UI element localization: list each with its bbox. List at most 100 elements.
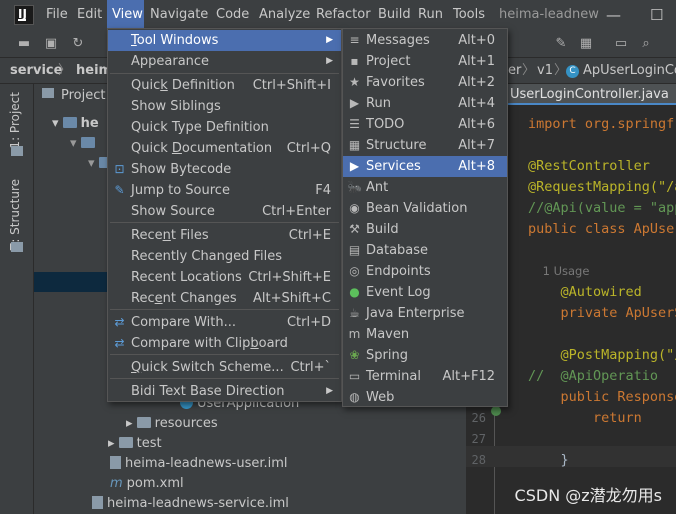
tool-window-item-endpoints[interactable]: ◎ Endpoints (343, 261, 507, 282)
tool-window-item-todo[interactable]: ☰ TODO Alt+6 (343, 114, 507, 135)
menu-item-shortcut: Alt+2 (458, 75, 495, 90)
editor-tab[interactable]: UserLoginController.java (508, 84, 676, 105)
breadcrumb-item-controller[interactable]: er (508, 58, 521, 84)
view-menu-item-show-bytecode[interactable]: ⊡ Show Bytecode (108, 159, 341, 180)
menu-item-label: Recent Files (131, 228, 209, 243)
menu-item-label: Services (366, 159, 421, 174)
open-folder-icon[interactable]: ▬ (16, 36, 32, 52)
tool-window-item-database[interactable]: ▤ Database (343, 240, 507, 261)
menu-file[interactable]: File (41, 0, 73, 30)
tool-window-item-favorites[interactable]: ★ Favorites Alt+2 (343, 72, 507, 93)
tree-row[interactable]: heima-leadnews-user.iml (110, 454, 288, 474)
project-structure-icon[interactable]: ▦ (578, 36, 594, 52)
save-icon[interactable]: ▣ (43, 36, 59, 52)
menu-navigate[interactable]: Navigate (145, 0, 213, 30)
tool-window-item-run[interactable]: ▶ Run Alt+4 (343, 93, 507, 114)
tool-window-item-spring[interactable]: ❀ Spring (343, 345, 507, 366)
menu-build[interactable]: Build (373, 0, 416, 30)
tool-window-item-terminal[interactable]: ▭ Terminal Alt+F12 (343, 366, 507, 387)
chevron-right-icon: 〉 (522, 63, 536, 78)
tree-row[interactable]: heima-leadnews-service.iml (92, 494, 289, 514)
tree-row[interactable]: ▾ he (52, 114, 99, 134)
minimize-button[interactable]: — (606, 0, 621, 30)
menu-item-shortcut: Alt+6 (458, 117, 495, 132)
view-menu-item-appearance[interactable]: Appearance ▶ (108, 51, 341, 72)
menu-refactor[interactable]: Refactor (311, 0, 376, 30)
view-menu-item-compare-with-clipboard[interactable]: ⇄ Compare with Clipboard (108, 333, 341, 354)
view-menu-item-quick-type-definition[interactable]: Quick Type Definition (108, 117, 341, 138)
menu-item-label: Spring (366, 348, 408, 363)
tool-window-item-messages[interactable]: ≡ Messages Alt+0 (343, 30, 507, 51)
current-line-highlight (466, 446, 676, 467)
menu-item-label: Maven (366, 327, 410, 342)
tool-window-item-java-enterprise[interactable]: ☕ Java Enterprise (343, 303, 507, 324)
editor-tab-label: UserLoginController.java (510, 87, 669, 102)
tree-row[interactable]: ▸ resources (126, 414, 218, 434)
favorites-icon: ★ (349, 75, 360, 89)
compare-icon: ⇄ (114, 315, 125, 329)
view-menu-item-show-source[interactable]: Show Source Ctrl+Enter (108, 201, 341, 222)
view-menu-item-jump-to-source[interactable]: ✎ Jump to Source F4 (108, 180, 341, 201)
project-tool-tab[interactable]: 1: Project (8, 92, 22, 149)
view-menu-item-tool-windows[interactable]: Tool Windows ▶ (108, 30, 341, 51)
project-panel-title: Project (61, 88, 106, 103)
menu-item-label: Tool Windows (131, 33, 219, 48)
menu-code[interactable]: Code (211, 0, 254, 30)
menu-tools[interactable]: Tools (448, 0, 490, 30)
view-menu-item-bidi-text-base-direction[interactable]: Bidi Text Base Direction ▶ (108, 381, 341, 402)
iml-file-icon (110, 456, 121, 469)
wrench-icon[interactable]: ✎ (553, 36, 569, 52)
project-panel-icon (42, 88, 54, 98)
tree-row[interactable]: ▸ test (108, 434, 162, 454)
menu-separator (110, 73, 339, 74)
view-menu-item-quick-definition[interactable]: Quick Definition Ctrl+Shift+I (108, 75, 341, 96)
tool-window-item-project[interactable]: ▪ Project Alt+1 (343, 51, 507, 72)
view-menu-item-compare-with[interactable]: ⇄ Compare With... Ctrl+D (108, 312, 341, 333)
view-menu-item-recently-changed-files[interactable]: Recently Changed Files (108, 246, 341, 267)
tool-window-item-event-log[interactable]: ● Event Log (343, 282, 507, 303)
menu-run[interactable]: Run (413, 0, 448, 30)
code-line: @RequestMapping("/a (528, 179, 676, 195)
line-number: 26 (471, 411, 486, 425)
menu-analyze[interactable]: Analyze (254, 0, 315, 30)
menu-item-label: Show Siblings (131, 99, 221, 114)
view-menu-item-show-siblings[interactable]: Show Siblings (108, 96, 341, 117)
menu-edit[interactable]: Edit (72, 0, 107, 30)
menu-view[interactable]: View (107, 0, 144, 30)
menu-item-shortcut: Ctrl+Shift+I (252, 78, 331, 93)
tool-window-item-bean-validation[interactable]: ◉ Bean Validation (343, 198, 507, 219)
view-menu-item-quick-switch-scheme[interactable]: Quick Switch Scheme... Ctrl+` (108, 357, 341, 378)
view-menu-item-recent-locations[interactable]: Recent Locations Ctrl+Shift+E (108, 267, 341, 288)
tool-window-item-services[interactable]: ▶ Services Alt+8 (343, 156, 507, 177)
intellij-logo-icon: IJ (14, 5, 34, 25)
view-menu-item-recent-changes[interactable]: Recent Changes Alt+Shift+C (108, 288, 341, 309)
structure-tool-tab[interactable]: Z: Structure (8, 179, 22, 251)
maximize-button[interactable]: ☐ (650, 0, 663, 30)
tool-window-item-web[interactable]: ◍ Web (343, 387, 507, 408)
class-icon: C (566, 65, 579, 78)
search-icon[interactable]: ⌕ (638, 36, 654, 52)
iml-file-icon (92, 496, 103, 509)
menu-item-label: Event Log (366, 285, 431, 300)
view-menu-item-recent-files[interactable]: Recent Files Ctrl+E (108, 225, 341, 246)
breadcrumb-item-service[interactable]: service (10, 58, 62, 84)
tree-row[interactable]: m pom.xml (110, 474, 184, 494)
view-menu-item-quick-documentation[interactable]: Quick Documentation Ctrl+Q (108, 138, 341, 159)
menu-item-label: Run (366, 96, 391, 111)
menu-item-label: TODO (366, 117, 405, 132)
tool-window-item-ant[interactable]: 🐜 Ant (343, 177, 507, 198)
project-tab-icon (11, 146, 23, 156)
breadcrumb-item-v1[interactable]: v1 (537, 58, 553, 84)
tool-window-item-build[interactable]: ⚒ Build (343, 219, 507, 240)
tool-window-item-structure[interactable]: ▦ Structure Alt+7 (343, 135, 507, 156)
build-icon: ⚒ (349, 222, 360, 236)
menu-item-label: Bean Validation (366, 201, 468, 216)
terminal-icon[interactable]: ▭ (613, 36, 629, 52)
submenu-arrow-icon: ▶ (326, 386, 333, 396)
menu-separator (110, 309, 339, 310)
sync-icon[interactable]: ↻ (70, 36, 86, 52)
tool-window-item-maven[interactable]: m Maven (343, 324, 507, 345)
menu-item-label: Show Source (131, 204, 215, 219)
tree-row[interactable]: ▾ (70, 134, 99, 154)
breadcrumb-item-class[interactable]: ApUserLoginCon (583, 58, 676, 84)
